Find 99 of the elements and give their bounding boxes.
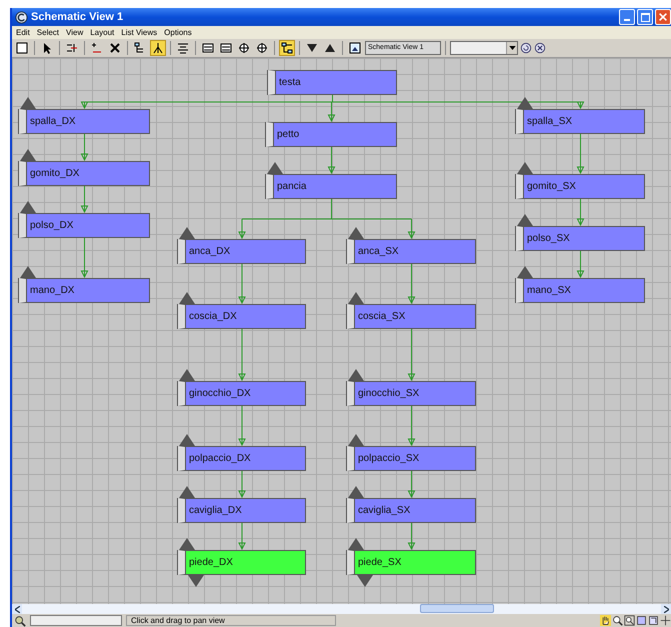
connector-arrow <box>576 134 584 174</box>
node-box[interactable]: piede_SX <box>347 550 476 575</box>
connector-arrow <box>80 134 88 162</box>
menu-item[interactable]: Options <box>164 28 192 37</box>
scroll-thumb[interactable] <box>420 604 494 613</box>
node-box[interactable]: coscia_DX <box>178 304 306 329</box>
up-triangle-icon[interactable] <box>348 434 364 446</box>
node-box[interactable]: polso_SX <box>516 226 645 251</box>
menu-item[interactable]: Select <box>36 28 60 37</box>
close-icon <box>658 12 668 22</box>
connector-arrow <box>576 198 584 226</box>
connector-arrow <box>408 218 416 240</box>
up-triangle-icon[interactable] <box>179 486 195 498</box>
close-button[interactable] <box>655 9 671 25</box>
node-box[interactable]: polso_DX <box>19 213 150 238</box>
close-circle-icon[interactable] <box>534 42 546 54</box>
node-box[interactable]: piede_DX <box>178 550 306 575</box>
menu-item[interactable]: List Views <box>121 28 158 37</box>
menu-item[interactable]: View <box>66 28 84 37</box>
connector-arrow <box>238 328 246 382</box>
up-triangle-icon[interactable] <box>348 369 364 381</box>
up-triangle-icon[interactable] <box>20 266 36 278</box>
node-box[interactable]: polpaccio_DX <box>178 446 306 471</box>
node-box[interactable]: anca_SX <box>347 239 476 264</box>
node-box[interactable]: caviglia_DX <box>178 498 306 523</box>
maximize-button[interactable] <box>637 9 653 25</box>
down-triangle-icon[interactable] <box>357 575 373 587</box>
up-triangle-icon[interactable] <box>267 162 283 174</box>
connector-arrow <box>238 264 246 304</box>
up-triangle-icon[interactable] <box>517 162 533 174</box>
connector-arrow <box>328 146 336 174</box>
menu-item[interactable]: Layout <box>90 28 114 37</box>
square-icon[interactable] <box>14 40 30 56</box>
hand-icon[interactable] <box>600 615 611 626</box>
horizontal-scrollbar[interactable] <box>12 604 671 614</box>
connector-arrow <box>408 470 416 498</box>
node-box[interactable]: spalla_DX <box>19 109 150 134</box>
node-box[interactable]: anca_DX <box>178 239 306 264</box>
up-triangle-icon[interactable] <box>517 266 533 278</box>
connector-arrow <box>408 264 416 304</box>
up-triangle-icon[interactable] <box>179 434 195 446</box>
node-box[interactable]: petto <box>266 122 397 147</box>
connector-arrow <box>328 102 336 122</box>
up-triangle-icon[interactable] <box>20 149 36 161</box>
circle-icon[interactable] <box>520 42 532 54</box>
scroll-left-button[interactable] <box>12 604 22 614</box>
node-box[interactable]: polpaccio_SX <box>347 446 476 471</box>
up-triangle-icon[interactable] <box>179 369 195 381</box>
node-box[interactable]: mano_DX <box>19 278 150 303</box>
node-box[interactable]: pancia <box>266 174 397 199</box>
connector-arrow <box>408 522 416 550</box>
status-field[interactable] <box>30 615 122 626</box>
zoom-selected-icon[interactable] <box>648 615 659 626</box>
up-triangle-icon[interactable] <box>348 486 364 498</box>
node-box[interactable]: ginocchio_DX <box>178 381 306 406</box>
connector-arrow <box>576 102 584 110</box>
arrange-icon[interactable] <box>279 40 295 56</box>
magnifier-icon[interactable] <box>612 615 623 626</box>
menu-item[interactable]: Edit <box>16 28 30 37</box>
node-box[interactable]: gomito_SX <box>516 174 645 199</box>
caret-icon <box>508 46 516 50</box>
up-triangle-icon[interactable] <box>517 97 533 109</box>
down-triangle-icon[interactable] <box>188 575 204 587</box>
up-triangle-icon[interactable] <box>348 292 364 304</box>
up-triangle-icon[interactable] <box>20 201 36 213</box>
image-icon[interactable] <box>347 40 363 56</box>
up-triangle-icon[interactable] <box>179 538 195 550</box>
status-prompt: Click and drag to pan view <box>126 615 336 626</box>
view-dropdown[interactable] <box>450 41 518 55</box>
up-triangle-icon[interactable] <box>179 227 195 239</box>
node-box[interactable]: mano_SX <box>516 278 645 303</box>
node-box[interactable]: coscia_SX <box>347 304 476 329</box>
node-box[interactable]: gomito_DX <box>19 161 150 186</box>
connector-arrow <box>80 102 88 110</box>
up-triangle-icon[interactable] <box>179 292 195 304</box>
node-box[interactable]: testa <box>268 70 397 95</box>
scroll-right-button[interactable] <box>661 604 671 614</box>
connector-arrow <box>576 250 584 278</box>
minimize-button[interactable] <box>619 9 635 25</box>
connector-arrow <box>238 218 246 240</box>
connector-arrow <box>238 470 246 498</box>
connector-arrow <box>238 522 246 550</box>
app-icon <box>15 10 28 24</box>
connector-arrow <box>80 186 88 214</box>
connector-arrow <box>80 238 88 278</box>
up-triangle-icon[interactable] <box>20 97 36 109</box>
connector-arrow <box>408 406 416 446</box>
connector-arrow <box>238 406 246 446</box>
zoom-region-icon[interactable] <box>624 615 635 626</box>
zoom-extents-icon[interactable] <box>636 615 647 626</box>
up-triangle-icon[interactable] <box>517 214 533 226</box>
hierarchy-icon[interactable] <box>150 40 166 56</box>
node-box[interactable]: spalla_SX <box>516 109 645 134</box>
node-box[interactable]: caviglia_SX <box>347 498 476 523</box>
up-triangle-icon[interactable] <box>348 227 364 239</box>
window-title: Schematic View 1 <box>31 11 124 23</box>
connector-arrow <box>408 328 416 382</box>
up-triangle-icon[interactable] <box>348 538 364 550</box>
node-box[interactable]: ginocchio_SX <box>347 381 476 406</box>
